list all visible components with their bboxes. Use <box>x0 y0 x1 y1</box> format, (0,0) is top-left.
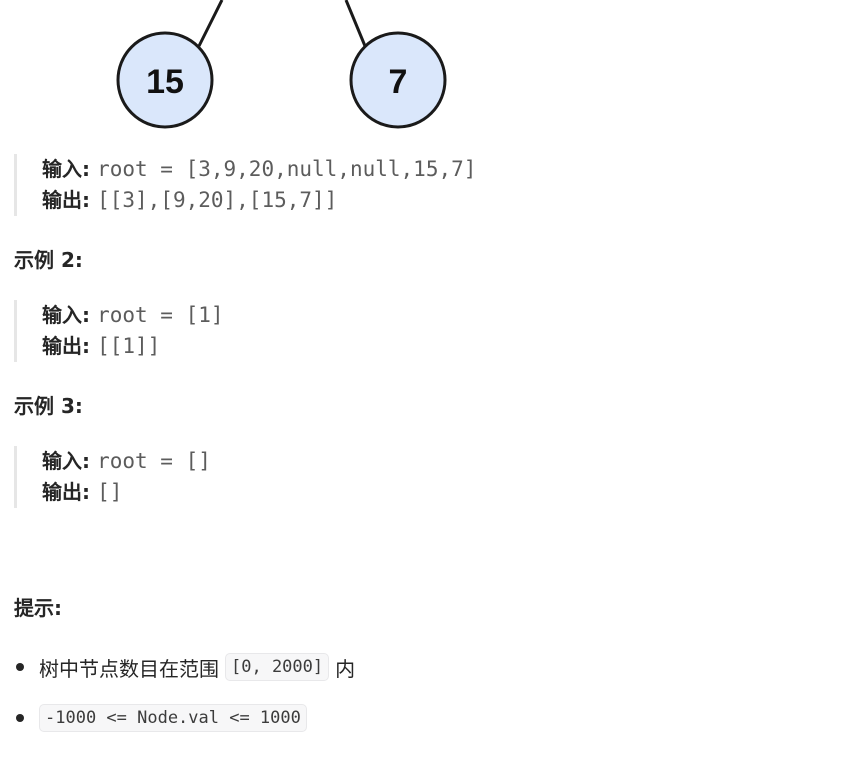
input-label: 输入: <box>42 449 90 473</box>
example-1-block: 输入: root = [3,9,20,null,null,15,7] 输出: [… <box>14 154 476 216</box>
example-2-heading: 示例 2: <box>14 248 83 272</box>
input-label: 输入: <box>42 303 90 327</box>
example-output-line: 输出: [[1]] <box>42 331 224 362</box>
example-output-line: 输出: [] <box>42 477 211 508</box>
hint-item-2: -1000 <= Node.val <= 1000 <box>14 701 307 735</box>
output-value: [[1]] <box>97 334 161 358</box>
example-output-line: 输出: [[3],[9,20],[15,7]] <box>42 185 476 216</box>
output-label: 输出: <box>42 188 90 212</box>
example-input-line: 输入: root = [3,9,20,null,null,15,7] <box>42 154 476 185</box>
tree-node-label: 7 <box>389 63 408 101</box>
output-value: [[3],[9,20],[15,7]] <box>97 188 338 212</box>
binary-tree-diagram: 15 7 <box>116 0 447 129</box>
tree-edge <box>197 0 224 47</box>
inline-code: -1000 <= Node.val <= 1000 <box>39 704 307 732</box>
hint-text-suffix: 内 <box>335 656 356 681</box>
input-value: root = [1] <box>97 303 224 327</box>
input-label: 输入: <box>42 157 90 181</box>
input-value: root = [3,9,20,null,null,15,7] <box>97 157 477 181</box>
output-label: 输出: <box>42 334 90 358</box>
tree-edge <box>344 0 367 47</box>
output-label: 输出: <box>42 480 90 504</box>
example-3-block: 输入: root = [] 输出: [] <box>14 446 211 508</box>
hints-heading: 提示: <box>14 596 62 620</box>
example-input-line: 输入: root = [] <box>42 446 211 477</box>
bullet-dot <box>16 714 24 722</box>
output-value: [] <box>97 480 123 504</box>
hint-item-1: 树中节点数目在范围 [0, 2000] 内 <box>14 650 355 684</box>
example-input-line: 输入: root = [1] <box>42 300 224 331</box>
bullet-dot <box>16 663 24 671</box>
input-value: root = [] <box>97 449 211 473</box>
example-2-block: 输入: root = [1] 输出: [[1]] <box>14 300 224 362</box>
inline-code: [0, 2000] <box>225 653 330 681</box>
tree-node-label: 15 <box>146 63 184 101</box>
example-3-heading: 示例 3: <box>14 394 83 418</box>
hint-text: 树中节点数目在范围 <box>39 656 219 681</box>
